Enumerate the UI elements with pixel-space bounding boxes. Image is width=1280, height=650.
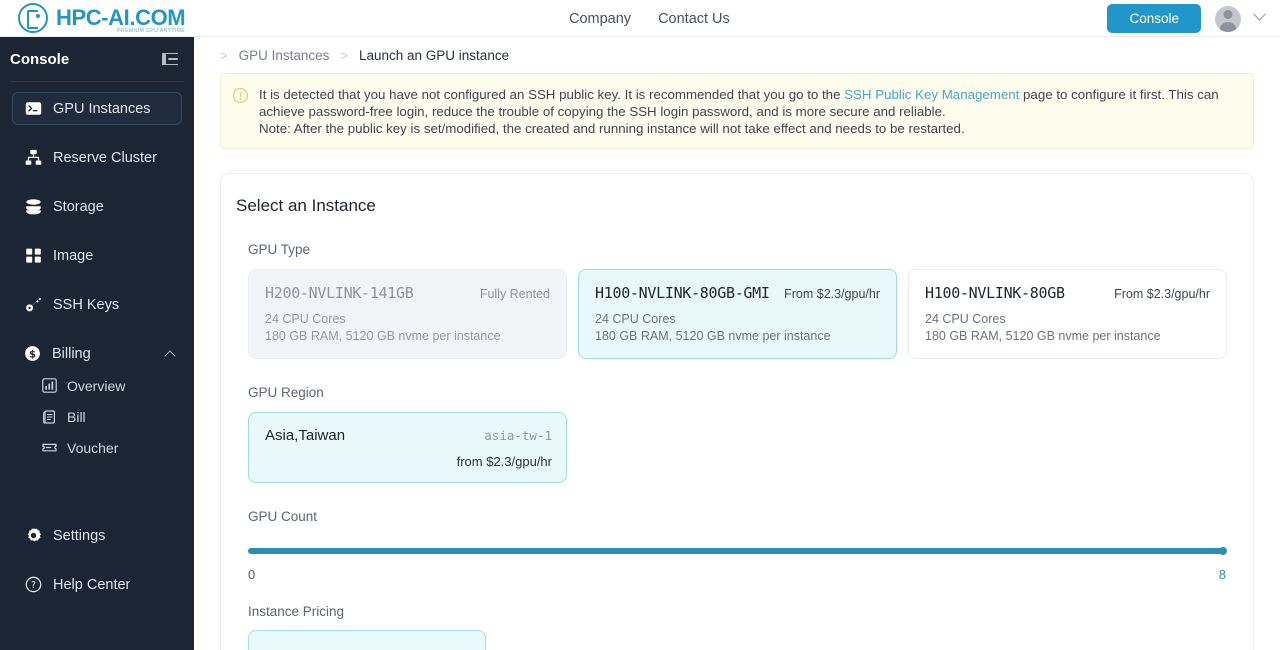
chevron-up-icon[interactable]	[164, 349, 176, 362]
storage-icon	[25, 198, 42, 215]
slider-max-label: 8	[1218, 567, 1226, 582]
top-nav-links: Company Contact Us	[569, 0, 730, 37]
breadcrumb-current: Launch an GPU instance	[358, 47, 510, 63]
svg-text:?: ?	[31, 580, 36, 591]
gpu-type-card-h100-nvlink-80gb-gmi[interactable]: H100-NVLINK-80GB-GMI From $2.3/gpu/hr 24…	[578, 269, 897, 359]
gpu-region-price: from $2.3/gpu/hr	[456, 454, 552, 469]
sidebar-subitem-label: Bill	[67, 408, 86, 425]
console-button[interactable]: Console	[1107, 3, 1201, 34]
gear-icon	[25, 527, 42, 544]
sidebar-item-help-center[interactable]: ? Help Center	[12, 568, 182, 601]
sidebar-divider	[10, 81, 184, 82]
sidebar-item-reserve-cluster[interactable]: Reserve Cluster	[12, 141, 182, 174]
question-circle-icon: ?	[25, 576, 42, 593]
breadcrumb-separator-icon: >	[340, 47, 348, 63]
sidebar-item-label: GPU Instances	[53, 100, 151, 117]
sidebar-subitem-label: Voucher	[67, 439, 119, 456]
chart-icon	[42, 378, 57, 393]
sidebar-item-gpu-instances[interactable]: GPU Instances	[12, 92, 182, 125]
top-navigation-bar: HPC-AI.COM PREMIUM GPU ANYTIME Company C…	[0, 0, 1280, 37]
gpu-type-cpu: 24 CPU Cores	[595, 312, 676, 326]
gpu-type-card-list: H200-NVLINK-141GB Fully Rented 24 CPU Co…	[221, 269, 1253, 359]
grid-icon	[25, 247, 42, 264]
sidebar-item-image[interactable]: Image	[12, 239, 182, 272]
slider-handle[interactable]	[1219, 547, 1227, 555]
gpu-type-card-h100-nvlink-80gb[interactable]: H100-NVLINK-80GB From $2.3/gpu/hr 24 CPU…	[908, 269, 1227, 359]
sidebar-subitem-voucher[interactable]: Voucher	[12, 432, 182, 463]
alert-text-before-link: It is detected that you have not configu…	[259, 87, 845, 102]
alert-text: It is detected that you have not configu…	[259, 86, 1239, 137]
clipboard-icon	[42, 409, 57, 424]
gpu-region-card-asia-taiwan[interactable]: Asia,Taiwan asia-tw-1 from $2.3/gpu/hr	[248, 412, 567, 483]
ssh-key-alert-banner: It is detected that you have not configu…	[220, 73, 1254, 149]
warning-circle-icon	[233, 88, 248, 103]
gpu-type-mem: 180 GB RAM, 5120 GB nvme per instance	[925, 329, 1161, 343]
sidebar-item-settings[interactable]: Settings	[12, 519, 182, 552]
alert-note: Note: After the public key is set/modifi…	[259, 121, 965, 136]
slider-min-label: 0	[248, 567, 256, 582]
ssh-public-key-management-link[interactable]: SSH Public Key Management	[844, 87, 1019, 102]
breadcrumb-link-gpu-instances[interactable]: GPU Instances	[239, 48, 330, 63]
select-instance-panel: Select an Instance GPU Type H200-NVLINK-…	[220, 173, 1254, 650]
nav-link-company[interactable]: Company	[569, 11, 631, 27]
brand-logo[interactable]: HPC-AI.COM PREMIUM GPU ANYTIME	[18, 3, 186, 34]
gpu-type-name: H200-NVLINK-141GB	[265, 284, 414, 302]
sidebar-subitem-label: Overview	[67, 377, 126, 394]
status-badge: Fully Rented	[479, 287, 550, 301]
sidebar: Console GPU Instances Reserve Cluster St…	[0, 37, 194, 650]
slider-fill	[248, 548, 1226, 554]
gpu-type-card-h200-nvlink-141gb[interactable]: H200-NVLINK-141GB Fully Rented 24 CPU Co…	[248, 269, 567, 359]
gpu-type-price: From $2.3/gpu/hr	[784, 287, 880, 301]
main-content: > GPU Instances > Launch an GPU instance…	[194, 37, 1280, 650]
gpu-type-mem: 180 GB RAM, 5120 GB nvme per instance	[595, 329, 831, 343]
terminal-icon	[25, 100, 42, 117]
chevron-down-icon[interactable]	[1253, 7, 1266, 21]
svg-text:$: $	[29, 349, 36, 360]
key-icon	[25, 296, 42, 313]
slider-track[interactable]	[248, 547, 1227, 555]
sidebar-item-billing[interactable]: $ Billing	[12, 337, 182, 370]
gpu-region-label: GPU Region	[248, 385, 324, 400]
sidebar-item-label: Billing	[52, 345, 91, 362]
ticket-icon	[42, 440, 57, 455]
gpu-type-name: H100-NVLINK-80GB	[925, 284, 1065, 302]
sidebar-item-label: SSH Keys	[53, 296, 120, 313]
top-right-actions: Console	[1107, 0, 1266, 37]
sidebar-item-label: Storage	[53, 198, 104, 215]
gpu-type-cpu: 24 CPU Cores	[925, 312, 1006, 326]
breadcrumb-separator-icon: >	[220, 47, 228, 63]
sidebar-subitem-bill[interactable]: Bill	[12, 401, 182, 432]
avatar[interactable]	[1215, 5, 1241, 32]
page-title: Select an Instance	[236, 196, 376, 215]
gpu-type-cpu: 24 CPU Cores	[265, 312, 346, 326]
sidebar-item-ssh-keys[interactable]: SSH Keys	[12, 288, 182, 321]
cluster-icon	[25, 149, 42, 166]
brand-tagline: PREMIUM GPU ANYTIME	[117, 28, 186, 34]
dollar-circle-icon: $	[24, 345, 41, 362]
gpu-count-label: GPU Count	[248, 509, 318, 524]
gpu-type-name: H100-NVLINK-80GB-GMI	[595, 284, 770, 302]
collapse-sidebar-icon[interactable]	[162, 52, 178, 66]
sidebar-item-label: Settings	[53, 527, 106, 544]
breadcrumb: > GPU Instances > Launch an GPU instance	[194, 37, 1280, 73]
sidebar-header: Console	[0, 37, 194, 81]
gpu-region-name: Asia,Taiwan	[265, 427, 346, 444]
nav-link-contact-us[interactable]: Contact Us	[658, 11, 730, 27]
gpu-type-label: GPU Type	[248, 242, 311, 257]
sidebar-title: Console	[10, 50, 70, 68]
brand-name: HPC-AI.COM	[56, 5, 186, 30]
gpu-count-slider[interactable]: 0 8	[221, 547, 1253, 582]
gpu-region-code: asia-tw-1	[484, 428, 552, 443]
sidebar-item-storage[interactable]: Storage	[12, 190, 182, 223]
instance-pricing-label: Instance Pricing	[248, 604, 345, 619]
instance-pricing-card[interactable]	[248, 630, 486, 650]
sidebar-item-label: Reserve Cluster	[53, 149, 157, 166]
gpu-type-price: From $2.3/gpu/hr	[1114, 287, 1210, 301]
sidebar-item-label: Image	[53, 247, 94, 264]
hpc-ai-logo-icon	[18, 3, 48, 33]
gpu-type-mem: 180 GB RAM, 5120 GB nvme per instance	[265, 329, 501, 343]
sidebar-subitem-overview[interactable]: Overview	[12, 370, 182, 401]
sidebar-item-label: Help Center	[53, 576, 131, 593]
